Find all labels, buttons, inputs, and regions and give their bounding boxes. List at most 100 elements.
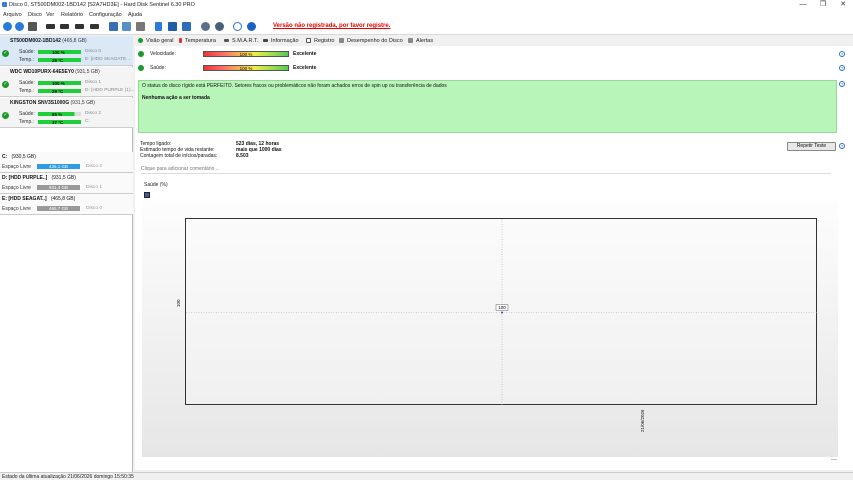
status-box: O status do disco rígido está PERFEITO. … bbox=[138, 80, 837, 133]
menu-bar: Arquivo Disco Ver Relatório Configuração… bbox=[0, 10, 853, 19]
partition-name: D: [HDD PURPLE..] (931,5 GB) bbox=[2, 175, 76, 181]
drive-test-icon[interactable] bbox=[75, 24, 84, 29]
menu-arquivo[interactable]: Arquivo bbox=[3, 12, 22, 18]
disk-name: WDC WD10PURX-64E5EY0 (931,5 GB) bbox=[10, 69, 100, 75]
close-button[interactable]: ✕ bbox=[833, 0, 853, 10]
tab-information[interactable]: Informação bbox=[271, 38, 299, 44]
partition-disk: Disco 0 bbox=[86, 206, 102, 211]
free-space-bar: 931,4 GB bbox=[37, 184, 80, 190]
disk-number: Disco 0 bbox=[85, 49, 101, 54]
disk-item[interactable]: KINGSTON SNV3S1000G (931,5 GB) ✓ Saúde: … bbox=[0, 98, 133, 128]
tools-icon[interactable] bbox=[136, 22, 145, 31]
health-label: Saúde: bbox=[19, 49, 35, 55]
disk-icon[interactable] bbox=[28, 22, 37, 31]
report-icon[interactable] bbox=[109, 22, 118, 31]
temp-bar: 29 °C bbox=[38, 58, 81, 63]
title-bar: Disco 0, ST500DM002-1BD142 [S2A7HD3E] - … bbox=[0, 0, 853, 10]
health-bar: 100 % bbox=[203, 65, 289, 71]
tab-performance[interactable]: Desempenho do Disco bbox=[347, 38, 403, 44]
tab-log[interactable]: Registro bbox=[314, 38, 334, 44]
drive-alert-icon[interactable] bbox=[90, 24, 99, 29]
menu-disco[interactable]: Disco bbox=[28, 12, 42, 18]
free-space-bar: 436,1 GB bbox=[37, 163, 80, 169]
registration-link[interactable]: Versão não registrada, por favor registr… bbox=[273, 23, 390, 29]
settings-icon[interactable] bbox=[215, 22, 224, 31]
comment-input[interactable]: Clique para adicionar comentário ... bbox=[141, 166, 831, 174]
partition-item[interactable]: D: [HDD PURPLE..] (931,5 GB) Espaço Livr… bbox=[0, 173, 133, 194]
help-icon[interactable]: ? bbox=[839, 143, 845, 149]
temp-bar: 29 °C bbox=[38, 89, 81, 94]
status-text: O status do disco rígido está PERFEITO. … bbox=[142, 83, 447, 89]
help-icon[interactable]: ? bbox=[839, 81, 845, 87]
tab-smart[interactable]: S.M.A.R.T. bbox=[232, 38, 258, 44]
action-text: Nenhuma ação a ser tomada bbox=[142, 95, 210, 101]
ok-check-icon bbox=[138, 51, 144, 57]
free-space-label: Espaço Livre bbox=[2, 185, 31, 191]
send-icon[interactable] bbox=[122, 22, 131, 31]
help-icon[interactable] bbox=[233, 22, 242, 31]
disk-item[interactable]: WDC WD10PURX-64E5EY0 (931,5 GB) ✓ Saúde:… bbox=[0, 67, 135, 97]
temp-label: Temp.: bbox=[19, 57, 35, 63]
mail-icon[interactable] bbox=[182, 22, 191, 31]
last-update-text: Estado da última atualização 21/06/2026 … bbox=[2, 474, 134, 480]
refresh-all-icon[interactable] bbox=[15, 22, 24, 31]
drive-icon[interactable] bbox=[46, 24, 55, 29]
menu-relatorio[interactable]: Relatório bbox=[61, 12, 83, 18]
help-icon[interactable]: ? bbox=[839, 51, 845, 57]
ok-check-icon bbox=[138, 65, 144, 71]
disk-item[interactable]: ST500DM002-1BD142 (465,8 GB) ✓ Saúde: 10… bbox=[0, 36, 133, 66]
data-point[interactable] bbox=[501, 311, 503, 314]
info-drive-icon bbox=[263, 39, 268, 42]
menu-ver[interactable]: Ver bbox=[46, 12, 54, 18]
alert-icon bbox=[408, 38, 413, 43]
info-icon[interactable] bbox=[247, 22, 256, 31]
partition-item[interactable]: E: [HDD SEAGAT..] (465,8 GB) Espaço Livr… bbox=[0, 194, 133, 215]
menu-ajuda[interactable]: Ajuda bbox=[128, 12, 142, 18]
health-bar: 100 % bbox=[38, 81, 81, 86]
speed-bar: 100 % bbox=[203, 51, 289, 57]
health-bar: 100 % bbox=[38, 50, 81, 55]
save-icon[interactable] bbox=[144, 192, 150, 198]
partition-item[interactable]: C: (930,5 GB) Espaço Livre 436,1 GB Disc… bbox=[0, 152, 133, 173]
home-icon[interactable] bbox=[168, 22, 177, 31]
health-status: Excelente bbox=[293, 65, 317, 71]
health-chart: 100 100 21/06/2026 bbox=[142, 201, 838, 457]
tab-overview[interactable]: Visão geral bbox=[146, 38, 173, 44]
document-icon[interactable] bbox=[155, 22, 162, 31]
temp-bar: 37 °C bbox=[38, 120, 81, 125]
disk-panel: ST500DM002-1BD142 (465,8 GB) ✓ Saúde: 10… bbox=[0, 36, 135, 472]
log-icon bbox=[306, 38, 311, 43]
startstop-label: Contagem total de inícios/paradas: bbox=[140, 153, 218, 159]
speed-label: Velocidade: bbox=[150, 51, 176, 57]
x-tick-label: 21/06/2026 bbox=[640, 409, 645, 432]
y-tick-label: 100 bbox=[176, 299, 181, 307]
temp-label: Temp.: bbox=[19, 119, 35, 125]
disk-name: KINGSTON SNV3S1000G (931,5 GB) bbox=[10, 100, 95, 106]
menu-configuracao[interactable]: Configuração bbox=[89, 12, 122, 18]
resize-grip bbox=[831, 459, 837, 460]
tab-bar: Visão geral Temperatura S.M.A.R.T. Infor… bbox=[135, 36, 853, 46]
repeat-test-button[interactable]: Repetir Teste bbox=[787, 142, 836, 151]
help-icon[interactable]: ? bbox=[839, 65, 845, 71]
disk-volume: D: [HDD PURPLE (1)... bbox=[85, 88, 135, 93]
window-title: Disco 0, ST500DM002-1BD142 [S2A7HD3E] - … bbox=[9, 2, 195, 8]
tab-temperature[interactable]: Temperatura bbox=[185, 38, 216, 44]
refresh-icon[interactable] bbox=[3, 22, 12, 31]
check-icon bbox=[138, 38, 143, 43]
speed-status: Excelente bbox=[293, 51, 317, 57]
partition-disk: Disco 2 bbox=[86, 164, 102, 169]
health-bar: 85 % bbox=[38, 112, 81, 117]
health-label: Saúde: bbox=[19, 111, 35, 117]
partition-name: C: (930,5 GB) bbox=[2, 154, 36, 160]
maximize-button[interactable]: ❐ bbox=[813, 0, 833, 10]
performance-icon bbox=[339, 38, 344, 43]
drive-info-icon[interactable] bbox=[60, 24, 69, 29]
minimize-button[interactable]: — bbox=[793, 0, 813, 10]
partition-disk: Disco 1 bbox=[86, 185, 102, 190]
disk-number: Disco 1 bbox=[85, 80, 101, 85]
ok-check-icon: ✓ bbox=[2, 81, 9, 88]
chart-svg: 100 bbox=[186, 219, 818, 406]
gear-icon[interactable] bbox=[201, 22, 210, 31]
tab-alerts[interactable]: Alertas bbox=[416, 38, 433, 44]
chart-label: Saúde (%) bbox=[144, 182, 168, 188]
